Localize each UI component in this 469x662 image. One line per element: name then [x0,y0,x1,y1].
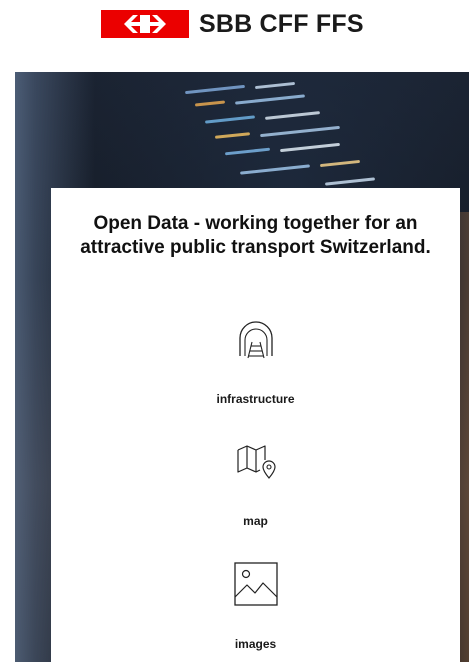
map-pin-icon [236,445,276,479]
tile-label: images [234,637,277,651]
page-title: Open Data - working together for an attr… [80,213,431,258]
open-data-card: Open Data - working together for an attr… [51,188,460,662]
header: SBB CFF FFS [0,0,469,72]
tile-map[interactable]: map [51,442,460,528]
image-icon [233,562,278,606]
sbb-flag-icon [101,10,189,38]
page: SBB CFF FFS Open Data - working together… [0,0,469,662]
tile-label: map [243,514,268,528]
sbb-logo[interactable]: SBB CFF FFS [101,8,364,40]
brand-text: SBB CFF FFS [199,9,364,38]
tile-images[interactable]: images [51,561,460,651]
tile-label: infrastructure [216,392,295,406]
tile-infrastructure[interactable]: infrastructure [51,316,460,406]
tunnel-rail-icon [238,321,273,359]
